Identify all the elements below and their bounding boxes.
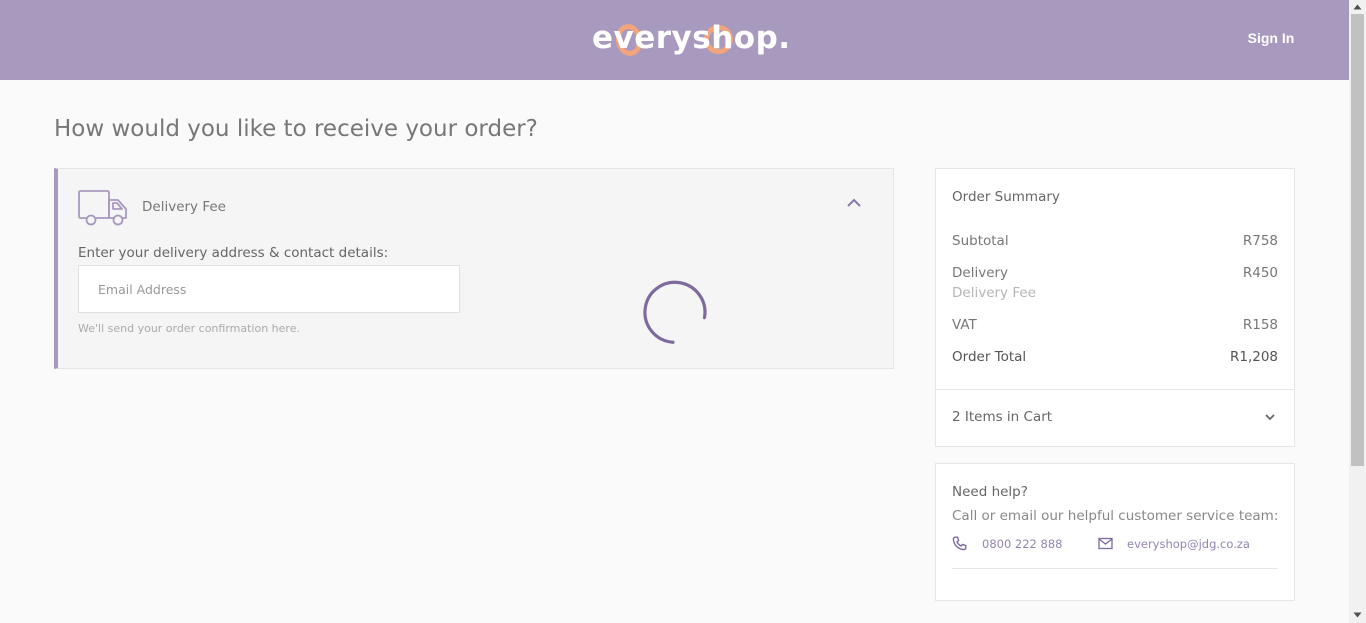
- help-title: Need help?: [952, 484, 1028, 500]
- vat-row: VAT R158: [952, 317, 1278, 333]
- help-text: Call or email our helpful customer servi…: [952, 508, 1279, 524]
- phone-link[interactable]: 0800 222 888: [982, 537, 1062, 551]
- delivery-method-label: Delivery Fee: [952, 285, 1036, 301]
- sign-in-link[interactable]: Sign In: [1240, 30, 1302, 46]
- page-title: How would you like to receive your order…: [54, 116, 538, 142]
- email-field[interactable]: [78, 265, 460, 313]
- subtotal-value: R758: [1242, 233, 1278, 249]
- site-header: everyshop. Sign In: [0, 0, 1349, 80]
- phone-icon: [952, 536, 967, 551]
- delivery-label: Delivery: [952, 265, 1009, 281]
- chevron-down-icon: [1265, 414, 1275, 421]
- order-summary: Order Summary Subtotal R758 Delivery R45…: [935, 168, 1295, 447]
- delivery-fee-label: Delivery Fee: [142, 199, 226, 215]
- order-total-value: R1,208: [1229, 349, 1278, 365]
- order-total-label: Order Total: [952, 349, 1027, 365]
- delivery-address-label: Enter your delivery address & contact de…: [78, 245, 389, 261]
- page-scrollbar[interactable]: [1349, 0, 1366, 623]
- summary-divider: [936, 389, 1294, 390]
- cart-items-toggle[interactable]: 2 Items in Cart: [952, 409, 1278, 425]
- brand-logo[interactable]: everyshop.: [592, 16, 790, 64]
- delivery-row: Delivery R450: [952, 265, 1278, 281]
- email-hint: We'll send your order confirmation here.: [78, 322, 300, 335]
- help-card: Need help? Call or email our helpful cus…: [935, 463, 1295, 601]
- scroll-down-icon[interactable]: [1353, 612, 1362, 618]
- help-divider: [952, 568, 1278, 569]
- email-link[interactable]: everyshop@jdg.co.za: [1127, 537, 1250, 551]
- delivery-option-card: Delivery Fee Enter your delivery address…: [54, 168, 894, 369]
- subtotal-row: Subtotal R758: [952, 233, 1278, 249]
- mail-icon: [1098, 537, 1113, 550]
- subtotal-label: Subtotal: [952, 233, 1009, 249]
- order-summary-title: Order Summary: [952, 189, 1060, 205]
- truck-icon: [78, 190, 127, 226]
- scroll-up-icon[interactable]: [1353, 4, 1362, 10]
- vat-label: VAT: [952, 317, 977, 333]
- chevron-up-icon[interactable]: [846, 197, 862, 209]
- vat-value: R158: [1242, 317, 1278, 333]
- loading-spinner-icon: [643, 280, 707, 344]
- brand-name: everyshop.: [592, 20, 791, 56]
- cart-items-label: 2 Items in Cart: [952, 409, 1053, 425]
- scrollbar-thumb[interactable]: [1351, 14, 1364, 466]
- order-total-row: Order Total R1,208: [952, 349, 1278, 365]
- delivery-value: R450: [1242, 265, 1278, 281]
